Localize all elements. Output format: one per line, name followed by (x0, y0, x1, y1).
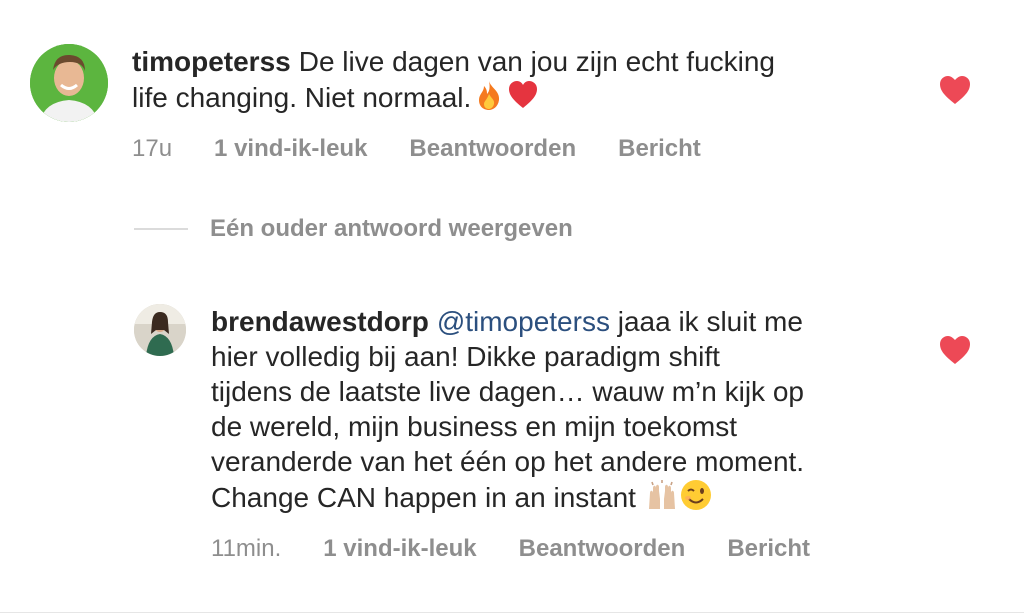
view-older-replies-label: Eén ouder antwoord weergeven (210, 215, 573, 242)
comment-timestamp: 11min. (211, 535, 282, 562)
reply-button[interactable]: Beantwoorden (409, 135, 576, 163)
view-older-replies-button[interactable]: Eén ouder antwoord weergeven (134, 215, 573, 243)
like-heart-icon[interactable] (939, 335, 971, 365)
avatar-photo (134, 304, 186, 356)
message-button[interactable]: Bericht (727, 535, 810, 563)
raising-hands-emoji (646, 479, 678, 511)
likes-count-button[interactable]: 1 vind-ik-leuk (214, 135, 367, 163)
mention-link[interactable]: @timopeterss (437, 306, 610, 337)
comment-meta: 17u 1 vind-ik-leuk Beantwoorden Bericht (132, 135, 775, 163)
likes-count-button[interactable]: 1 vind-ik-leuk (323, 535, 476, 563)
comment-username[interactable]: brendawestdorp (211, 306, 429, 337)
reply-button[interactable]: Beantwoorden (519, 535, 686, 563)
comment-meta: 11min. 1 vind-ik-leuk Beantwoorden Beric… (211, 535, 852, 563)
comment-1: timopeterss De live dagen van jou zijn ec… (30, 44, 775, 163)
red-heart-emoji (507, 79, 539, 111)
like-heart-icon[interactable] (939, 75, 971, 105)
comment-username[interactable]: timopeterss (132, 46, 291, 77)
comment-2: brendawestdorp @timopeterss jaaa ik sluit… (134, 304, 852, 563)
avatar[interactable] (30, 44, 108, 122)
divider-line (134, 228, 188, 230)
avatar-photo (30, 44, 108, 122)
avatar[interactable] (134, 304, 186, 356)
comment-text: timopeterss De live dagen van jou zijn ec… (132, 44, 775, 115)
fire-emoji (473, 79, 505, 111)
comments-panel: timopeterss De live dagen van jou zijn ec… (0, 0, 1024, 613)
comment-body: jaaa ik sluit me hier volledig bij aan! … (211, 306, 805, 513)
message-button[interactable]: Bericht (618, 135, 701, 163)
comment-text: brendawestdorp @timopeterss jaaa ik sluit… (211, 304, 852, 515)
comment-timestamp: 17u (132, 135, 173, 162)
winking-face-emoji (680, 479, 712, 511)
